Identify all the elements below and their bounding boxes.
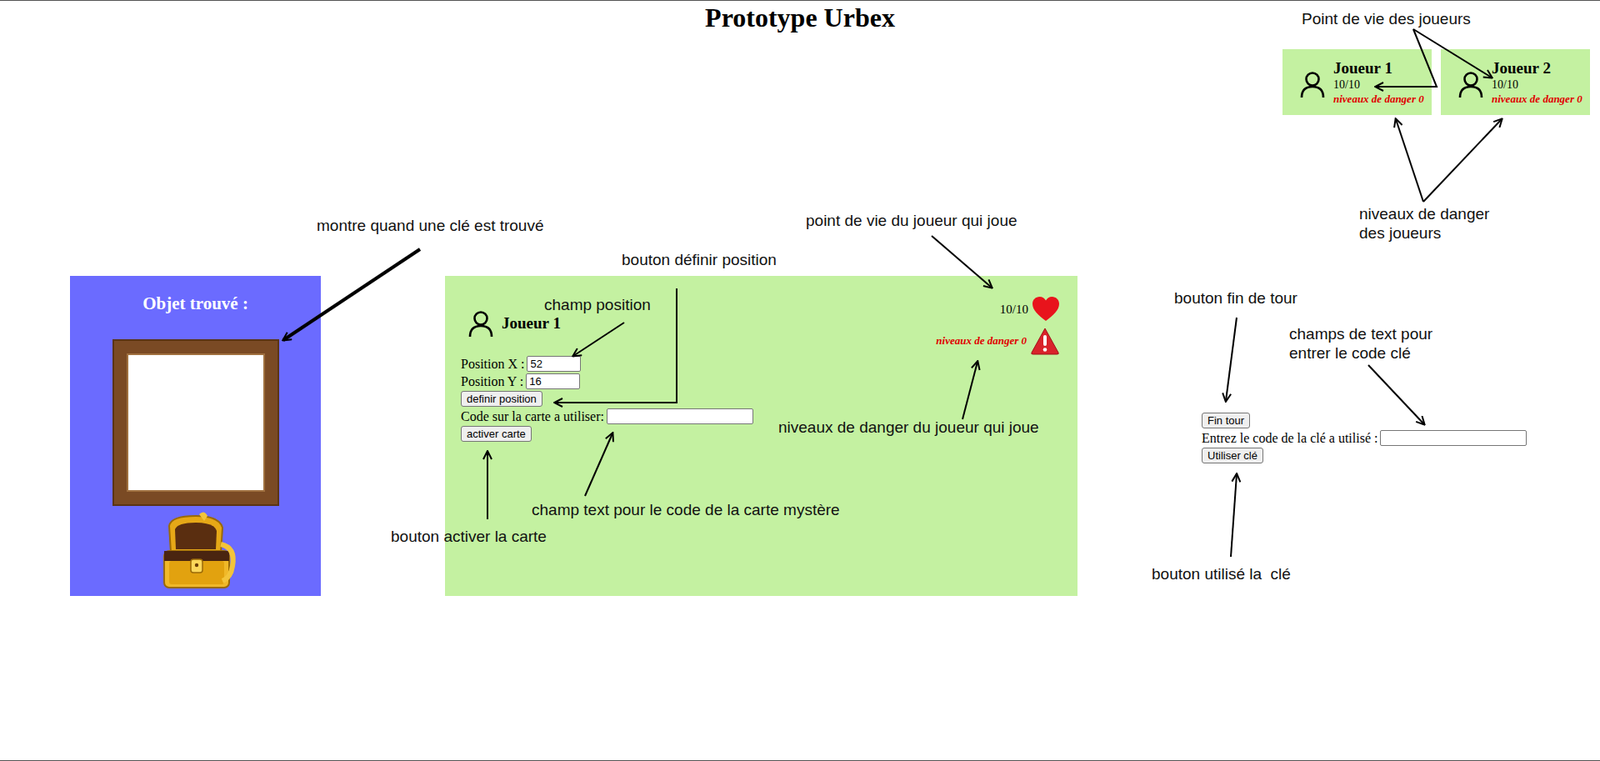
use-key-button[interactable]: Utiliser clé [1201, 447, 1264, 464]
annotation-label: champs de text pour entrer le code clé [1289, 324, 1433, 363]
card-code-label: Code sur la carte a utiliser: [460, 409, 605, 425]
warning-icon [1030, 326, 1060, 355]
annotation-label: bouton fin de tour [1174, 288, 1298, 308]
person-icon [1297, 69, 1328, 100]
found-object-panel: Objet trouvé : [70, 275, 321, 596]
card-code-input[interactable] [606, 408, 754, 425]
annotation-label: champ text pour le code de la carte myst… [531, 500, 840, 520]
position-input[interactable] [525, 373, 580, 390]
key-code-row: Entrez le code de la clé a utilisé : [1201, 429, 1527, 447]
current-player-hp: 10/10 [1000, 302, 1029, 317]
treasure-chest-icon [152, 510, 240, 593]
annotation-label: point de vie du joueur qui joue [805, 210, 1018, 230]
player-info: Joueur 210/10niveaux de danger 0 [1491, 59, 1583, 106]
activate-row: activer carte [460, 425, 754, 443]
player-hp: 10/10 [1333, 77, 1425, 93]
player-name: Joueur 2 [1491, 59, 1583, 78]
end-turn-button[interactable]: Fin tour [1201, 412, 1250, 429]
arrow [486, 451, 489, 520]
arrow [573, 322, 625, 356]
heart-icon [1031, 295, 1060, 323]
current-player-name: Joueur 1 [501, 314, 561, 333]
player-avatar [1455, 69, 1486, 100]
arrow [283, 249, 420, 340]
found-object-frame [112, 339, 280, 506]
arrow [1225, 317, 1237, 401]
arrow [1423, 119, 1502, 202]
position-label: Position X : [460, 356, 525, 372]
annotation-label: champ position [544, 295, 651, 315]
arrow [1395, 119, 1424, 202]
position-input[interactable] [526, 355, 581, 372]
player-info: Joueur 110/10niveaux de danger 0 [1333, 59, 1425, 106]
use-key-row: Utiliser clé [1201, 446, 1264, 465]
chest [152, 510, 240, 593]
arrow [1375, 29, 1437, 87]
turn-controls: Fin tourEntrez le code de la clé a utili… [1201, 411, 1527, 465]
annotation-label: montre quand une clé est trouvé [316, 215, 545, 235]
define-position-button[interactable]: definir position [460, 390, 543, 407]
hp-row: 10/10 [1000, 294, 1060, 325]
arrow [585, 433, 613, 496]
players-list: Joueur 110/10niveaux de danger 0Joueur 2… [0, 49, 1600, 115]
player-hp: 10/10 [1491, 77, 1583, 93]
current-player-danger: niveaux de danger 0 [935, 334, 1027, 348]
activate-card-button[interactable]: activer carte [460, 425, 532, 442]
person-icon [1455, 69, 1486, 100]
arrow [931, 235, 992, 288]
annotation-arrows [0, 0, 1600, 761]
position-row: Position Y : [460, 372, 754, 390]
page: Prototype UrbexJoueur 110/10niveaux de d… [0, 0, 1600, 761]
player-danger: niveaux de danger 0 [1491, 92, 1583, 106]
arrow [1368, 365, 1425, 425]
arrow [1413, 29, 1492, 78]
player-card: Joueur 210/10niveaux de danger 0 [1440, 49, 1590, 115]
player-danger: niveaux de danger 0 [1333, 92, 1425, 106]
current-player-form: Joueur 1 Position X : Position Y :definir … [460, 306, 754, 443]
key-code-input[interactable] [1380, 430, 1527, 446]
found-object-title: Objet trouvé : [142, 292, 249, 315]
position-button-row: definir position [460, 390, 754, 408]
arrow [962, 361, 978, 420]
annotation-label: bouton utilisé la clé [1151, 564, 1291, 584]
annotation-label: bouton définir position [621, 250, 777, 270]
end-turn-row: Fin tour [1201, 411, 1250, 430]
player-avatar [1297, 69, 1328, 100]
arrow [1230, 474, 1237, 557]
annotation-label: bouton activer la carte [390, 526, 547, 546]
card-code-row: Code sur la carte a utiliser: [460, 407, 754, 425]
annotation-label: Point de vie des joueurs [1301, 9, 1471, 29]
person-icon [465, 308, 496, 339]
annotation-label: niveaux de danger du joueur qui joue [778, 417, 1040, 437]
annotation-label: niveaux de danger des joueurs [1359, 204, 1490, 243]
player-name: Joueur 1 [1333, 59, 1425, 78]
current-player-stats: 10/10 niveaux de danger 0 [935, 294, 1060, 356]
player-card: Joueur 110/10niveaux de danger 0 [1282, 49, 1432, 115]
position-row: Position X : [460, 355, 754, 373]
position-label: Position Y : [460, 374, 524, 390]
danger-row: niveaux de danger 0 [935, 325, 1060, 356]
key-code-label: Entrez le code de la clé a utilisé : [1201, 430, 1378, 446]
